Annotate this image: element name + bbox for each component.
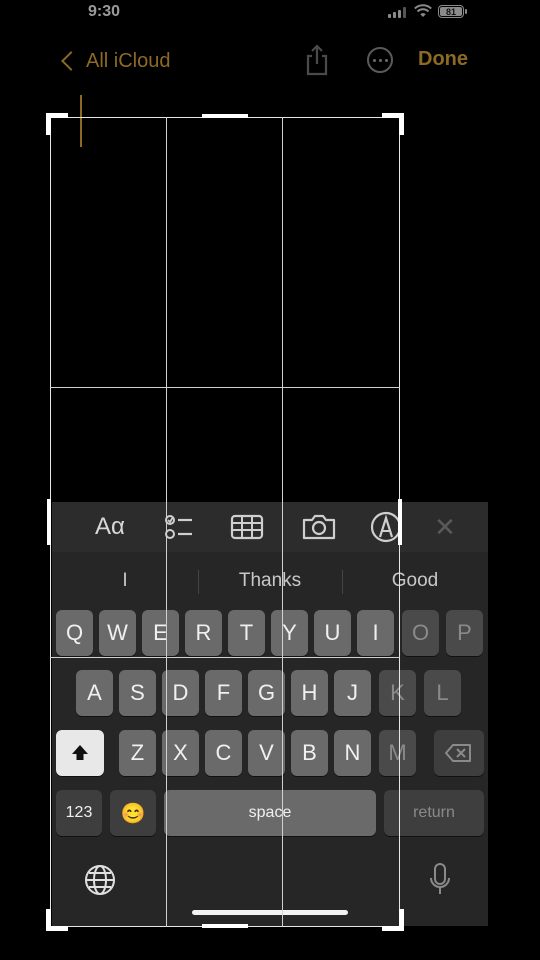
crop-edge-right[interactable] [398,499,402,545]
crop-corner-top-left[interactable] [46,113,68,135]
share-icon[interactable] [303,44,331,76]
suggestion-2[interactable]: Thanks [218,570,322,592]
crop-edge-bottom[interactable] [202,924,248,928]
key-c[interactable]: C [205,730,242,776]
key-r[interactable]: R [185,610,222,656]
key-x[interactable]: X [162,730,199,776]
predictive-bar: I Thanks Good [52,556,488,606]
key-o[interactable]: O [402,610,439,656]
key-j[interactable]: J [334,670,371,716]
suggestion-divider [342,570,343,594]
crop-corner-top-right[interactable] [382,113,404,135]
emoji-key[interactable]: 😊 [110,790,156,836]
crop-edge-left[interactable] [47,499,51,545]
key-b[interactable]: B [291,730,328,776]
key-s[interactable]: S [119,670,156,716]
cellular-signal-icon [388,7,410,18]
table-icon[interactable] [230,510,264,544]
backspace-icon [445,744,471,762]
keyboard-toolbar: Aα ✕ [52,502,488,552]
key-g[interactable]: G [248,670,285,716]
key-u[interactable]: U [314,610,351,656]
key-z[interactable]: Z [119,730,156,776]
home-indicator [192,910,348,915]
keyboard: Aα ✕ I Thanks Good Q W E R T Y U I O P A… [52,502,488,926]
numbers-key[interactable]: 123 [56,790,102,836]
globe-icon[interactable] [84,864,116,896]
microphone-icon[interactable] [428,862,452,898]
space-key[interactable]: space [164,790,376,836]
checklist-icon[interactable] [162,510,196,544]
suggestion-3[interactable]: Good [368,570,462,592]
key-t[interactable]: T [228,610,265,656]
crop-edge-top[interactable] [202,114,248,118]
delete-key[interactable] [434,730,484,776]
key-m[interactable]: M [379,730,416,776]
key-h[interactable]: H [291,670,328,716]
key-w[interactable]: W [99,610,136,656]
suggestion-divider [198,570,199,594]
back-label: All iCloud [86,49,171,72]
close-icon[interactable]: ✕ [430,510,460,544]
more-options-icon[interactable] [367,47,393,73]
key-k[interactable]: K [379,670,416,716]
status-time: 9:30 [88,3,121,20]
wifi-icon [414,4,432,17]
suggestion-1[interactable]: I [92,570,158,592]
shift-icon [72,745,88,760]
key-q[interactable]: Q [56,610,93,656]
key-f[interactable]: F [205,670,242,716]
chevron-left-icon [61,51,81,71]
return-key[interactable]: return [384,790,484,836]
format-icon[interactable]: Aα [90,510,130,544]
status-bar: 9:30 81 [0,0,540,28]
key-v[interactable]: V [248,730,285,776]
crop-grid-line [50,387,400,388]
back-button[interactable]: All iCloud [58,46,170,76]
key-e[interactable]: E [142,610,179,656]
camera-icon[interactable] [301,510,337,544]
battery-cap [465,9,467,14]
battery-icon: 81 [438,5,464,18]
text-cursor [80,95,82,147]
key-a[interactable]: A [76,670,113,716]
key-i[interactable]: I [357,610,394,656]
crop-corner-bottom-left[interactable] [46,909,68,931]
key-y[interactable]: Y [271,610,308,656]
battery-percent: 81 [445,6,456,17]
done-button[interactable]: Done [418,48,468,71]
key-p[interactable]: P [446,610,483,656]
key-l[interactable]: L [424,670,461,716]
shift-key[interactable] [56,730,104,776]
crop-corner-bottom-right[interactable] [382,909,404,931]
key-d[interactable]: D [162,670,199,716]
key-n[interactable]: N [334,730,371,776]
